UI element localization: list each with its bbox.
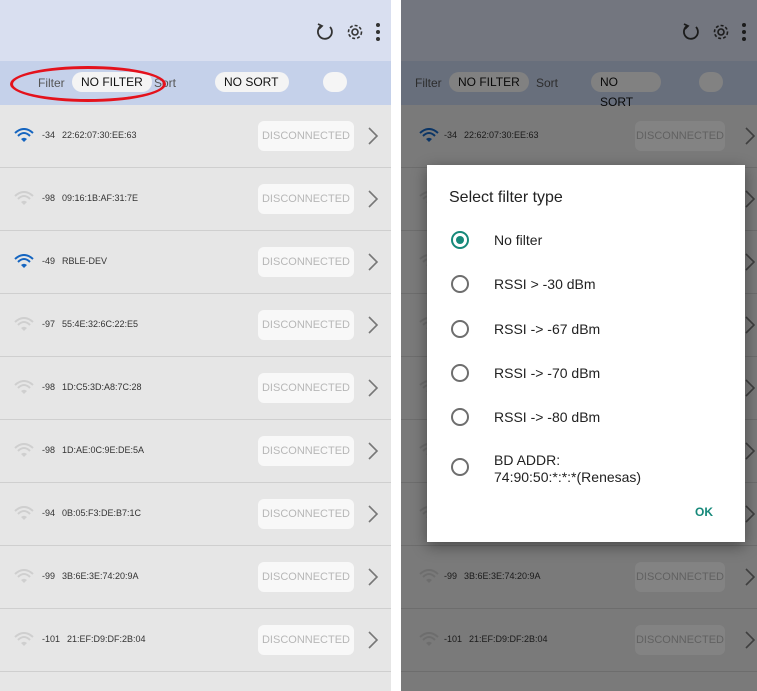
chevron-right-icon[interactable]	[367, 630, 379, 655]
annotation-circle	[10, 66, 166, 102]
wifi-signal-icon	[14, 569, 34, 588]
device-name: 22:62:07:30:EE:63	[62, 130, 137, 140]
device-name: 1D:AE:0C:9E:DE:5A	[62, 445, 145, 455]
chevron-right-icon[interactable]	[367, 567, 379, 592]
device-name: 1D:C5:3D:A8:7C:28	[62, 382, 142, 392]
rssi-value: -97	[42, 319, 56, 329]
device-row[interactable]: -99 3B:6E:3E:74:20:9A DISCONNECTED	[0, 546, 391, 609]
connection-status-button[interactable]: DISCONNECTED	[258, 562, 354, 592]
chevron-right-icon[interactable]	[367, 315, 379, 340]
scan-toggle[interactable]	[323, 72, 347, 92]
wifi-signal-icon	[14, 254, 34, 273]
device-row[interactable]: -101 21:EF:D9:DF:2B:04 DISCONNECTED	[0, 609, 391, 672]
device-row[interactable]: -94 0B:05:F3:DE:B7:1C DISCONNECTED	[0, 483, 391, 546]
chevron-right-icon[interactable]	[367, 504, 379, 529]
more-vert-icon[interactable]	[375, 22, 381, 42]
wifi-signal-icon	[14, 128, 34, 147]
connection-status-button[interactable]: DISCONNECTED	[258, 436, 354, 466]
connection-status-button[interactable]: DISCONNECTED	[258, 310, 354, 340]
wifi-signal-icon	[14, 632, 34, 651]
rssi-value: -98	[42, 382, 56, 392]
device-row[interactable]: -97 55:4E:32:6C:22:E5 DISCONNECTED	[0, 294, 391, 357]
rssi-value: -34	[42, 130, 56, 140]
connection-status-button[interactable]: DISCONNECTED	[258, 184, 354, 214]
filter-option-label: RSSI -> -70 dBm	[494, 365, 601, 381]
device-name: 0B:05:F3:DE:B7:1C	[62, 508, 142, 518]
connection-status-button[interactable]: DISCONNECTED	[258, 247, 354, 277]
dialog-title: Select filter type	[449, 189, 563, 206]
chevron-right-icon[interactable]	[367, 378, 379, 403]
rssi-value: -94	[42, 508, 56, 518]
ok-button[interactable]: OK	[695, 505, 713, 519]
filter-dialog-screen: Filter NO FILTER Sort NO SORT -34 22:62:0…	[401, 0, 757, 691]
rssi-value: -99	[42, 571, 56, 581]
rssi-value: -101	[42, 634, 61, 644]
wifi-signal-icon	[14, 506, 34, 525]
filter-option-label: RSSI > -30 dBm	[494, 276, 596, 292]
device-name: 21:EF:D9:DF:2B:04	[67, 634, 146, 644]
filter-type-dialog: Select filter type No filter RSSI > -30 d…	[427, 165, 745, 542]
device-name: 3B:6E:3E:74:20:9A	[62, 571, 139, 581]
radio-button[interactable]	[451, 231, 469, 249]
wifi-signal-icon	[14, 317, 34, 336]
radio-button[interactable]	[451, 275, 469, 293]
device-row[interactable]: -98 1D:C5:3D:A8:7C:28 DISCONNECTED	[0, 357, 391, 420]
connection-status-button[interactable]: DISCONNECTED	[258, 625, 354, 655]
rssi-value: -98	[42, 445, 56, 455]
radio-button[interactable]	[451, 458, 469, 476]
connection-status-button[interactable]: DISCONNECTED	[258, 373, 354, 403]
wifi-signal-icon	[14, 443, 34, 462]
device-list-screen: Filter NO FILTER Sort NO SORT -34 22:62:0…	[0, 0, 391, 691]
sort-selector[interactable]: NO SORT	[215, 72, 289, 92]
connection-status-button[interactable]: DISCONNECTED	[258, 499, 354, 529]
device-row[interactable]: -49 RBLE-DEV DISCONNECTED	[0, 231, 391, 294]
device-name: 09:16:1B:AF:31:7E	[62, 193, 139, 203]
chevron-right-icon[interactable]	[367, 441, 379, 466]
device-list: -34 22:62:07:30:EE:63 DISCONNECTED -98 09:16…	[0, 105, 391, 672]
chevron-right-icon[interactable]	[367, 252, 379, 277]
filter-option-label: No filter	[494, 232, 543, 248]
wifi-signal-icon	[14, 191, 34, 210]
device-name: RBLE-DEV	[62, 256, 108, 266]
device-row[interactable]: -34 22:62:07:30:EE:63 DISCONNECTED	[0, 105, 391, 168]
chevron-right-icon[interactable]	[367, 126, 379, 151]
device-row[interactable]: -98 1D:AE:0C:9E:DE:5A DISCONNECTED	[0, 420, 391, 483]
rssi-value: -98	[42, 193, 56, 203]
connection-status-button[interactable]: DISCONNECTED	[258, 121, 354, 151]
app-bar	[0, 0, 391, 61]
filter-option-label: BD ADDR: 74:90:50:*:*:*(Renesas)	[494, 452, 642, 485]
settings-icon[interactable]	[345, 22, 365, 42]
device-name: 55:4E:32:6C:22:E5	[62, 319, 139, 329]
radio-button[interactable]	[451, 408, 469, 426]
radio-button[interactable]	[451, 320, 469, 338]
refresh-icon[interactable]	[315, 22, 335, 42]
filter-option-label: RSSI -> -67 dBm	[494, 321, 601, 337]
rssi-value: -49	[42, 256, 56, 266]
chevron-right-icon[interactable]	[367, 189, 379, 214]
wifi-signal-icon	[14, 380, 34, 399]
radio-button[interactable]	[451, 364, 469, 382]
device-row[interactable]: -98 09:16:1B:AF:31:7E DISCONNECTED	[0, 168, 391, 231]
filter-option-label: RSSI -> -80 dBm	[494, 409, 601, 425]
